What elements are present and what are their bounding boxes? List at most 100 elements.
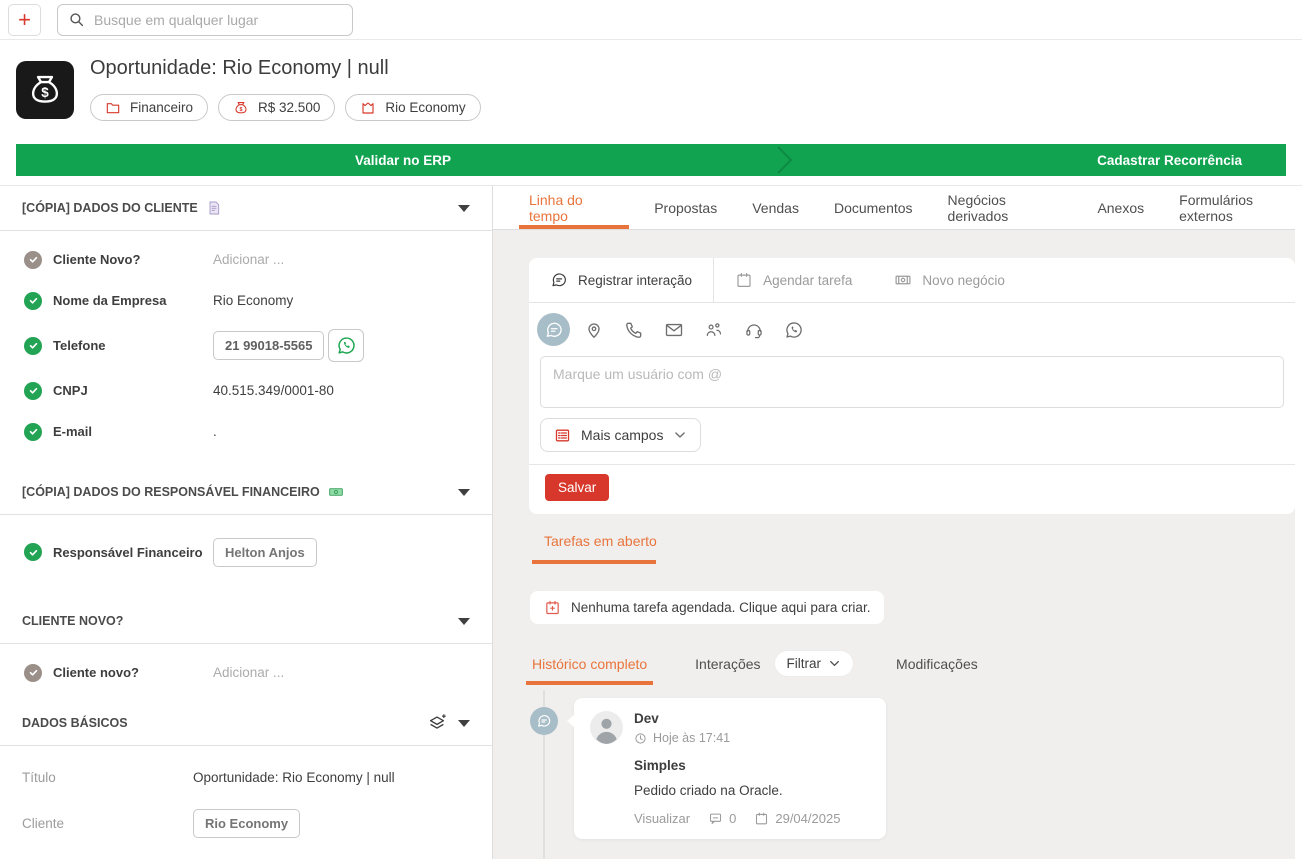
channel-visit-button[interactable] [577,313,610,346]
field-value[interactable]: 40.515.349/0001-80 [213,383,334,398]
folder-icon [105,100,121,116]
badge-label: Financeiro [130,100,193,115]
timeline-entry: Dev Hoje às 17:41 Simples Pedido criado … [530,698,1302,839]
mais-campos-button[interactable]: Mais campos [540,418,701,452]
comments-count[interactable]: 0 [708,811,736,826]
pipeline-icon [360,100,376,116]
timeline: Dev Hoje às 17:41 Simples Pedido criado … [530,698,1302,859]
field-label: Responsável Financeiro [53,545,213,560]
entry-footer: Visualizar 0 29/04/2025 [634,811,840,826]
entry-time-label: Hoje às 17:41 [653,731,730,745]
field-cliente: Cliente Rio Economy [0,800,492,846]
visualizar-link[interactable]: Visualizar [634,811,690,826]
collapse-caret-icon[interactable] [458,720,470,727]
composer-tabs: Registrar interação Agendar tarefa Novo … [529,258,1295,303]
tab-documentos[interactable]: Documentos [834,186,913,229]
section-header-dados-basicos[interactable]: DADOS BÁSICOS [0,701,492,745]
banknote-icon [328,484,344,500]
tab-negocios-derivados[interactable]: Negócios derivados [948,186,1063,229]
field-label: Cliente [22,816,193,831]
tab-vendas[interactable]: Vendas [752,186,799,229]
person-chip[interactable]: Helton Anjos [213,538,317,567]
field-label: CNPJ [53,383,213,398]
entry-time: Hoje às 17:41 [634,731,840,745]
search-input[interactable] [94,12,342,28]
badge-department[interactable]: Financeiro [90,94,208,121]
field-label: Nome da Empresa [53,293,213,308]
add-button[interactable]: + [8,4,41,36]
chevron-down-icon [828,657,841,670]
entry-date: 29/04/2025 [754,811,840,826]
status-empty-icon [24,664,42,682]
tab-linha-do-tempo[interactable]: Linha do tempo [529,186,619,229]
badge-pipeline[interactable]: Rio Economy [345,94,480,121]
tab-tarefas-em-aberto[interactable]: Tarefas em aberto [544,533,657,549]
layers-plus-icon[interactable] [426,712,448,734]
composer-card: Registrar interação Agendar tarefa Novo … [529,258,1295,514]
field-value[interactable]: Adicionar ... [213,252,284,267]
section-title: DADOS BÁSICOS [22,716,128,730]
tab-novo-negocio[interactable]: Novo negócio [873,258,1026,302]
list-icon [554,427,571,444]
field-label: E-mail [53,424,213,439]
timeline-card[interactable]: Dev Hoje às 17:41 Simples Pedido criado … [574,698,886,839]
save-button[interactable]: Salvar [545,474,609,501]
search-box[interactable] [57,4,353,36]
create-task-button[interactable]: Nenhuma tarefa agendada. Clique aqui par… [530,591,884,624]
mais-campos-label: Mais campos [581,427,663,443]
channel-meeting-button[interactable] [697,313,730,346]
envelope-icon [664,320,684,340]
tab-registrar-interacao[interactable]: Registrar interação [529,258,714,302]
section-header-dados-do-cliente[interactable]: [CÓPIA] DADOS DO CLIENTE [0,186,492,230]
client-chip[interactable]: Rio Economy [193,809,300,838]
collapse-caret-icon[interactable] [458,205,470,212]
field-value[interactable]: Rio Economy [213,293,293,308]
collapse-caret-icon[interactable] [458,618,470,625]
tab-modificacoes[interactable]: Modificações [896,656,978,672]
money-bag-icon: $ [16,61,74,119]
badge-amount[interactable]: $ R$ 32.500 [218,94,335,121]
field-value[interactable]: . [213,424,217,439]
channel-whatsapp-button[interactable] [777,313,810,346]
chat-bubble-icon [544,320,564,340]
tab-historico-completo[interactable]: Histórico completo [532,656,647,672]
status-empty-icon [24,251,42,269]
tab-agendar-tarefa[interactable]: Agendar tarefa [714,258,873,302]
channel-call-button[interactable] [617,313,650,346]
phone-chip[interactable]: 21 99018-5565 [213,331,324,360]
status-filled-icon [24,382,42,400]
channel-email-button[interactable] [657,313,690,346]
filter-dropdown[interactable]: Filtrar [775,651,854,676]
entry-body: Pedido criado na Oracle. [634,783,840,798]
badge-label: Rio Economy [385,100,465,115]
field-label: Telefone [53,338,213,353]
tab-interacoes[interactable]: Interações [695,656,760,672]
field-cliente-novo: Cliente Novo? Adicionar ... [0,239,492,280]
document-icon [206,200,222,216]
more-fields-row: Mais campos [529,418,1295,464]
whatsapp-button[interactable] [328,329,364,362]
tab-formularios-externos[interactable]: Formulários externos [1179,186,1302,229]
chevron-down-icon [673,428,687,442]
field-cnpj: CNPJ 40.515.349/0001-80 [0,370,492,411]
validate-erp-button[interactable]: Validar no ERP [16,144,790,176]
entry-date-label: 29/04/2025 [775,811,840,826]
interaction-input[interactable] [540,356,1284,408]
composer-tab-label: Agendar tarefa [763,273,852,288]
section-header-responsavel-financeiro[interactable]: [CÓPIA] DADOS DO RESPONSÁVEL FINANCEIRO [0,470,492,514]
channel-chat-button[interactable] [537,313,570,346]
collapse-caret-icon[interactable] [458,489,470,496]
scrollbar-track[interactable] [1295,186,1302,860]
svg-text:$: $ [41,85,49,100]
tab-propostas[interactable]: Propostas [654,186,717,229]
field-value[interactable]: Oportunidade: Rio Economy | null [193,770,395,785]
content: [CÓPIA] DADOS DO CLIENTE Cliente Novo? A… [0,185,1302,859]
status-filled-icon [24,423,42,441]
section-header-cliente-novo[interactable]: CLIENTE NOVO? [0,599,492,643]
field-value[interactable]: Adicionar ... [213,665,284,680]
tab-anexos[interactable]: Anexos [1097,186,1144,229]
register-recurrence-label: Cadastrar Recorrência [1097,153,1242,168]
channel-support-button[interactable] [737,313,770,346]
avatar [590,711,623,744]
register-recurrence-button[interactable]: Cadastrar Recorrência [790,144,1286,176]
